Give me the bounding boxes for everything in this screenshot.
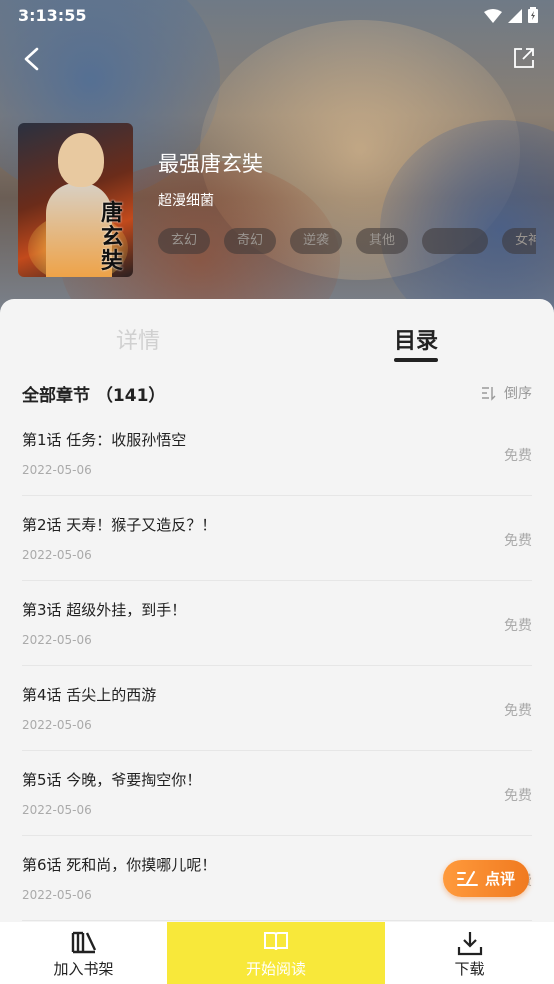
tag[interactable]: 女神 <box>502 228 536 254</box>
cover-title-art: 唐玄奘 <box>101 200 124 274</box>
tab-bar: 详情 目录 <box>0 317 554 365</box>
tag[interactable] <box>422 228 489 254</box>
tag[interactable]: 玄幻 <box>158 228 211 254</box>
book-cover[interactable]: 唐玄奘 <box>18 123 133 277</box>
start-reading-button[interactable]: 开始阅读 <box>167 922 385 984</box>
chapter-price: 免费 <box>504 788 532 804</box>
tag[interactable]: 其他 <box>356 228 409 254</box>
review-label: 点评 <box>484 870 515 888</box>
back-button[interactable] <box>18 44 48 74</box>
tab-details[interactable]: 详情 <box>116 323 160 355</box>
share-icon <box>514 48 534 68</box>
open-book-icon <box>264 932 288 951</box>
share-button[interactable] <box>512 46 538 72</box>
chapter-price: 免费 <box>504 703 532 719</box>
catalog-header: 全部章节 （141） 倒序 <box>22 379 532 409</box>
sort-icon <box>482 387 496 401</box>
start-reading-label: 开始阅读 <box>245 960 306 978</box>
chapter-title: 第6话 死和尚，你摸哪儿呢！ <box>22 856 217 874</box>
chapter-date: 2022-05-06 <box>22 463 92 477</box>
chapter-price: 免费 <box>504 533 532 549</box>
signal-icon <box>508 8 522 27</box>
add-to-shelf-label: 加入书架 <box>53 960 114 978</box>
battery-icon <box>528 7 538 27</box>
chapter-date: 2022-05-06 <box>22 548 92 562</box>
book-author[interactable]: 超漫细菌 <box>158 190 214 210</box>
chapter-date: 2022-05-06 <box>22 633 92 647</box>
status-time: 3:13:55 <box>18 6 87 25</box>
chapter-count: （141） <box>95 386 166 406</box>
tab-indicator <box>394 358 438 362</box>
chapter-date: 2022-05-06 <box>22 718 92 732</box>
chapter-price: 免费 <box>504 448 532 464</box>
download-button[interactable]: 下载 <box>385 922 554 984</box>
chapter-title: 第1话 任务：收服孙悟空 <box>22 431 187 449</box>
sort-order-button[interactable]: 倒序 <box>480 383 532 403</box>
chapter-item[interactable]: 第3话 超级外挂，到手！ 2022-05-06 免费 <box>22 581 532 666</box>
edit-icon <box>456 870 478 886</box>
tag[interactable]: 奇幻 <box>224 228 277 254</box>
tag[interactable]: 逆袭 <box>290 228 343 254</box>
review-button[interactable]: 点评 <box>443 860 529 897</box>
chapter-title: 第3话 超级外挂，到手！ <box>22 601 187 619</box>
status-bar: 3:13:55 <box>0 0 554 30</box>
chapter-date: 2022-05-06 <box>22 888 92 902</box>
chapter-list: 第1话 任务：收服孙悟空 2022-05-06 免费 第2话 天寿！猴子又造反？… <box>22 411 532 921</box>
chapter-title: 第2话 天寿！猴子又造反？！ <box>22 516 217 534</box>
chevron-left-icon <box>24 47 39 71</box>
chapter-item[interactable]: 第5话 今晚，爷要掏空你！ 2022-05-06 免费 <box>22 751 532 836</box>
chapter-price: 免费 <box>504 618 532 634</box>
chapter-date: 2022-05-06 <box>22 803 92 817</box>
tab-catalog[interactable]: 目录 <box>394 323 438 355</box>
chapter-title: 第5话 今晚，爷要掏空你！ <box>22 771 202 789</box>
book-title: 最强唐玄奘 <box>158 152 263 176</box>
bottom-action-bar: 加入书架 开始阅读 下载 <box>0 922 554 984</box>
tag-list: 玄幻 奇幻 逆袭 其他 女神 <box>158 228 536 254</box>
chapter-item[interactable]: 第4话 舌尖上的西游 2022-05-06 免费 <box>22 666 532 751</box>
sort-order-label: 倒序 <box>504 386 532 402</box>
wifi-icon <box>484 8 502 27</box>
add-to-shelf-button[interactable]: 加入书架 <box>0 922 167 984</box>
bookshelf-icon <box>71 931 96 954</box>
catalog-title: 全部章节 （141） <box>22 386 166 406</box>
download-label: 下载 <box>454 960 485 978</box>
status-icons <box>484 7 538 27</box>
chapter-item[interactable]: 第2话 天寿！猴子又造反？！ 2022-05-06 免费 <box>22 496 532 581</box>
chapter-item[interactable]: 第1话 任务：收服孙悟空 2022-05-06 免费 <box>22 411 532 496</box>
chapter-title: 第4话 舌尖上的西游 <box>22 686 157 704</box>
download-icon <box>457 932 482 956</box>
